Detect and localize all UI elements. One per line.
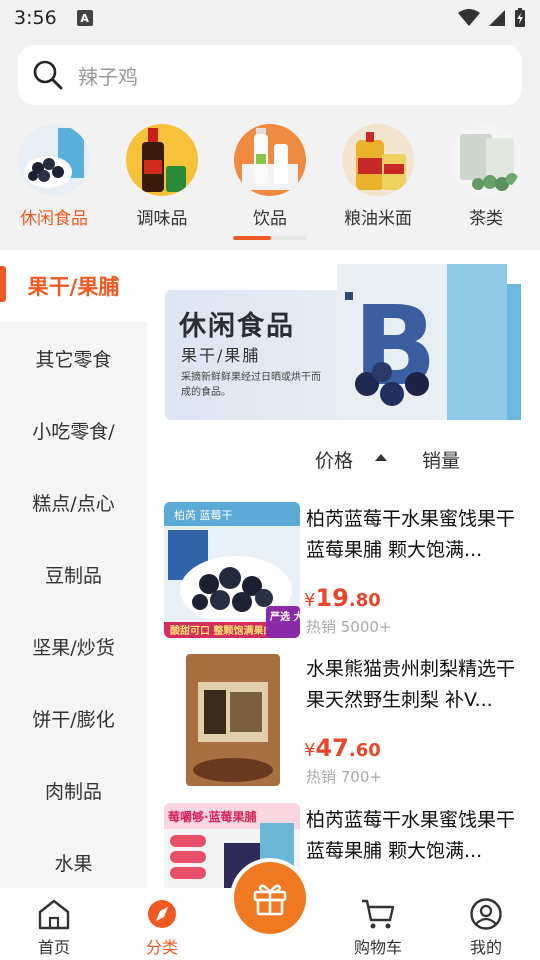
product-image: 柏芮 蓝莓干 酸甜可口 整颗饱满果肉 严选 大果	[164, 502, 300, 638]
tea-thumbnail	[450, 124, 522, 196]
top-category-snacks[interactable]: 休闲食品	[0, 120, 108, 232]
product-image-header: 莓嚼够·蓝莓果脯	[168, 809, 257, 824]
nav-cart[interactable]: 购物车	[324, 888, 432, 960]
sort-up-arrow-icon[interactable]	[375, 454, 387, 461]
snacks-thumbnail	[18, 124, 90, 196]
nav-cart-label: 购物车	[353, 938, 402, 957]
price-currency: ¥	[304, 590, 316, 611]
search-placeholder: 辣子鸡	[78, 64, 138, 89]
price-integer: 47	[315, 734, 349, 762]
category-scroll-indicator	[233, 236, 307, 240]
sidebar-item-bean-products[interactable]: 豆制品	[0, 538, 147, 610]
product-image-strip: 酸甜可口 整颗饱满果肉	[170, 624, 273, 637]
seasoning-thumbnail	[126, 124, 198, 196]
top-category-drinks[interactable]: 饮品	[216, 120, 324, 232]
top-category-label: 调味品	[136, 209, 188, 229]
top-category-grain-oil[interactable]: 粮油米面	[324, 120, 432, 232]
sidebar-item-dried-fruit[interactable]: 果干/果脯	[0, 250, 147, 322]
nav-home-label: 首页	[37, 938, 70, 957]
signal-icon	[489, 10, 505, 26]
sidebar-item-other-snacks[interactable]: 其它零食	[0, 322, 147, 394]
sidebar-item-pastry[interactable]: 糕点/点心	[0, 466, 147, 538]
nav-profile-label: 我的	[469, 938, 502, 957]
gift-center-button[interactable]	[234, 862, 306, 934]
product-title[interactable]: 水果熊猫贵州刺梨精选干果天然野生刺梨 补V...	[306, 654, 530, 716]
banner-product-image: B	[337, 264, 521, 420]
grain-oil-thumbnail	[342, 124, 414, 196]
product-title[interactable]: 柏芮蓝莓干水果蜜饯果干蓝莓果脯 颗大饱满...	[306, 805, 530, 867]
banner-subtitle: 果干/果脯	[181, 346, 261, 365]
main-content: 果干/果脯 其它零食 小吃零食/ 糕点/点心 豆制品 坚果/炒货 饼干/膨化 肉…	[0, 250, 540, 888]
product-card[interactable]: 水果熊猫贵州刺梨精选干果天然野生刺梨 补V... ¥47.60 热销 700+	[164, 652, 540, 792]
top-category-seasoning[interactable]: 调味品	[108, 120, 216, 232]
user-icon	[470, 898, 502, 930]
banner-description: 采摘新鲜鲜果经过日晒或烘干而成的食品。	[181, 372, 321, 398]
product-price: ¥19.80	[304, 584, 381, 612]
top-category-label: 饮品	[253, 209, 287, 229]
status-bar: 3:56 A	[0, 0, 540, 36]
nav-home[interactable]: 首页	[0, 888, 108, 960]
sidebar-item-meat[interactable]: 肉制品	[0, 754, 147, 826]
sidebar-item-nuts[interactable]: 坚果/炒货	[0, 610, 147, 682]
sidebar-item-small-snacks[interactable]: 小吃零食/	[0, 394, 147, 466]
top-category-tea[interactable]: 茶类	[432, 120, 540, 232]
sidebar-item-biscuits[interactable]: 饼干/膨化	[0, 682, 147, 754]
nav-category[interactable]: 分类	[108, 888, 216, 960]
top-category-bar: 休闲食品 调味品 饮品 粮油米面 茶类	[0, 120, 540, 232]
gift-icon	[253, 884, 287, 916]
price-currency: ¥	[304, 740, 316, 761]
price-decimal: .60	[348, 740, 381, 761]
sort-bar: 价格 销量	[147, 440, 540, 480]
price-integer: 19	[315, 584, 349, 612]
status-time: 3:56	[14, 7, 57, 29]
product-price: ¥47.60	[304, 734, 381, 762]
product-sales: 热销 700+	[306, 768, 382, 786]
product-card[interactable]: 莓嚼够·蓝莓果脯 柏芮蓝莓干水果蜜饯果干蓝莓果脯 颗大饱满...	[164, 803, 540, 888]
category-banner[interactable]: 休闲食品 果干/果脯 采摘新鲜鲜果经过日晒或烘干而成的食品。 B	[165, 264, 522, 420]
battery-icon	[515, 8, 525, 27]
search-input[interactable]: 辣子鸡	[18, 45, 522, 105]
cart-icon	[362, 899, 395, 929]
status-icons	[458, 8, 526, 28]
sort-by-price-button[interactable]: 价格	[315, 446, 353, 473]
top-category-label: 休闲食品	[20, 209, 88, 229]
compass-icon	[148, 900, 176, 928]
nav-profile[interactable]: 我的	[432, 888, 540, 960]
product-image-tag: 柏芮 蓝莓干	[174, 508, 233, 522]
drinks-thumbnail	[234, 124, 306, 196]
wifi-icon	[458, 9, 480, 26]
product-image	[164, 652, 300, 788]
product-image-badge: 严选 大果	[269, 610, 300, 623]
subcategory-sidebar: 果干/果脯 其它零食 小吃零食/ 糕点/点心 豆制品 坚果/炒货 饼干/膨化 肉…	[0, 250, 147, 888]
product-title[interactable]: 柏芮蓝莓干水果蜜饯果干蓝莓果脯 颗大饱满...	[306, 504, 530, 566]
top-category-label: 茶类	[469, 209, 503, 229]
home-icon	[38, 899, 70, 930]
notification-a-icon: A	[76, 10, 93, 26]
search-icon	[33, 60, 63, 90]
product-card[interactable]: 柏芮 蓝莓干 酸甜可口 整颗饱满果肉 严选 大果 柏芮蓝莓干水果蜜饯果干蓝莓果脯…	[164, 502, 540, 642]
sort-by-sales-button[interactable]: 销量	[422, 446, 460, 473]
nav-category-label: 分类	[145, 938, 178, 957]
scroll-indicator-thumb	[233, 236, 271, 240]
product-sales: 热销 5000+	[306, 618, 392, 636]
top-category-label: 粮油米面	[344, 209, 412, 229]
banner-title: 休闲食品	[179, 311, 295, 342]
price-decimal: .80	[348, 590, 381, 611]
